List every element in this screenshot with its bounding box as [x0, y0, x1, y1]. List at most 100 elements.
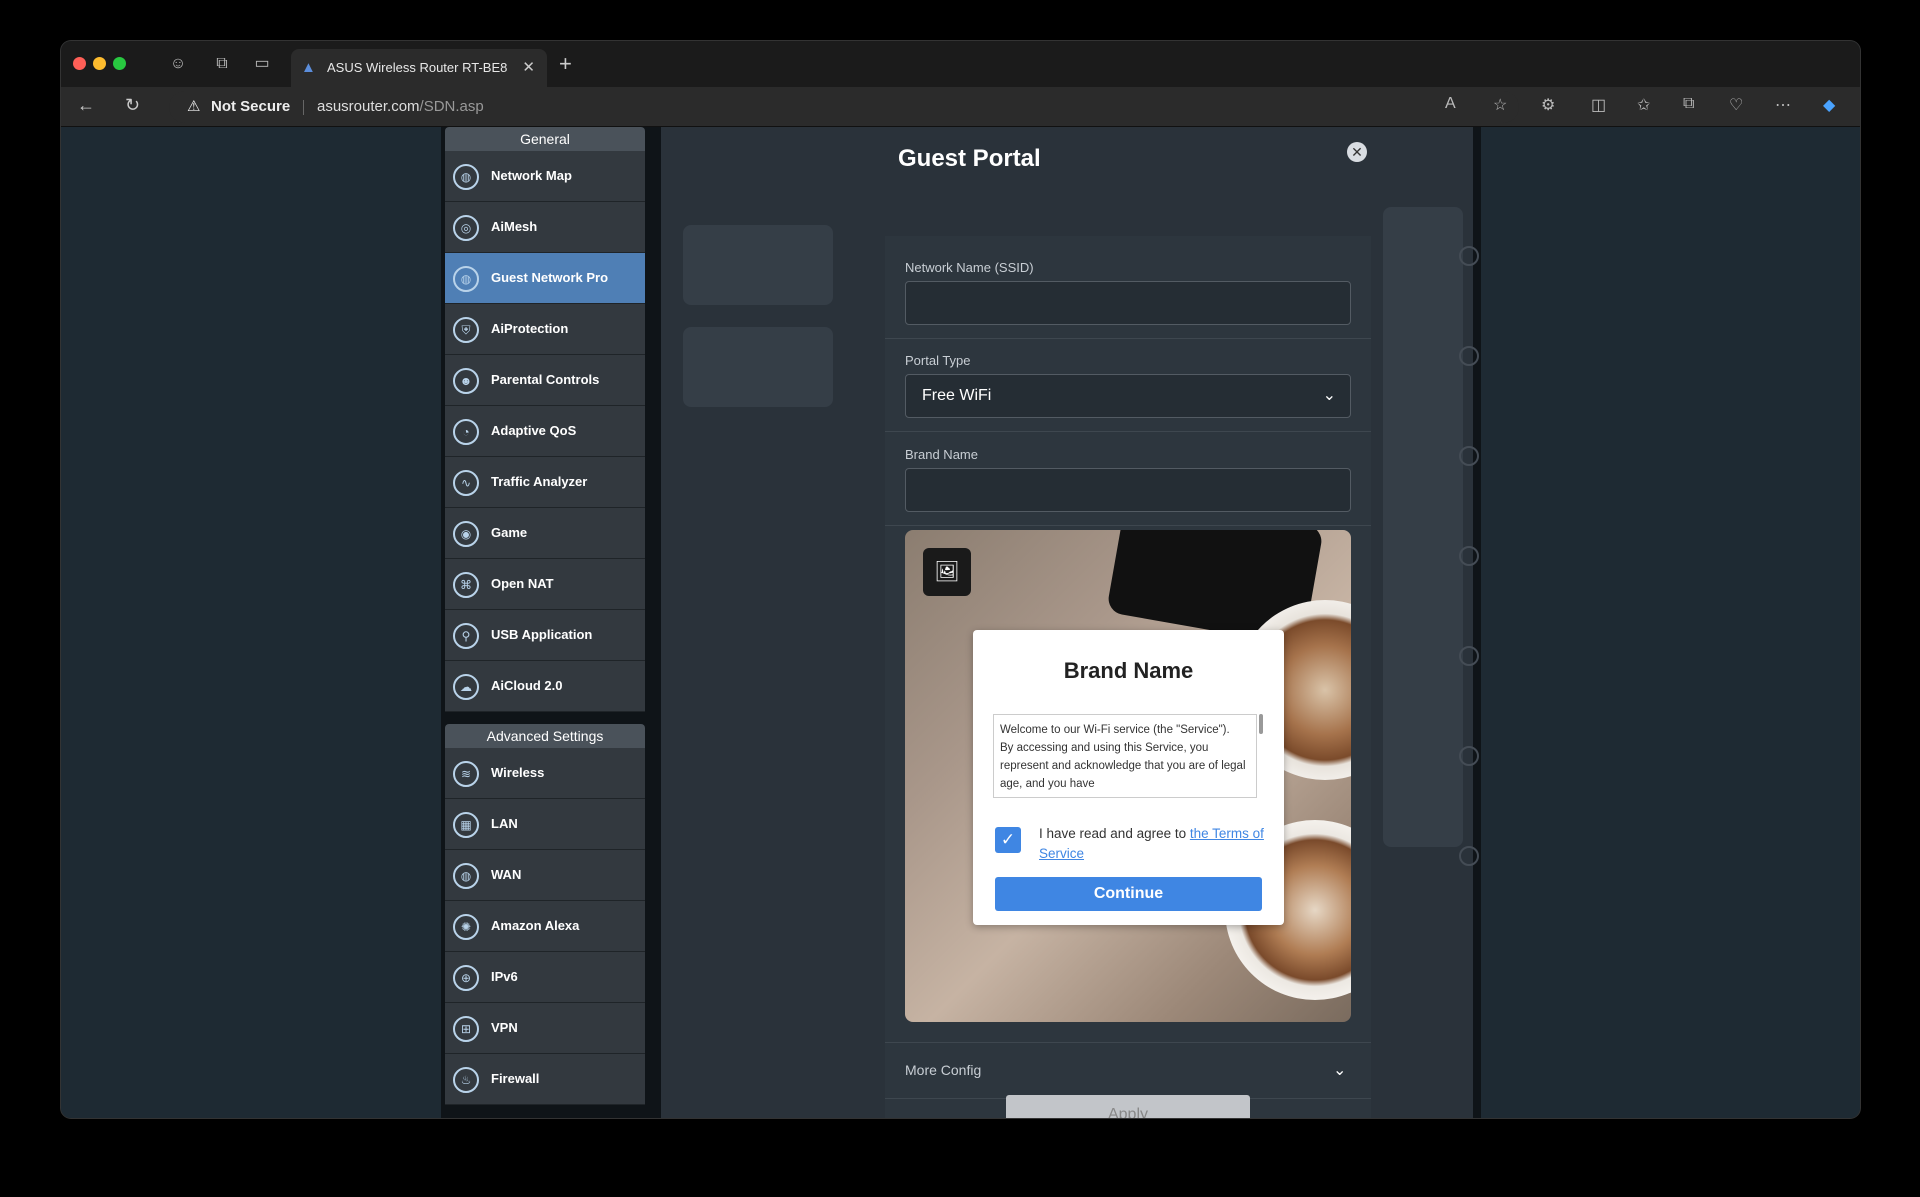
tab-asus-router[interactable]: ▲ ASUS Wireless Router RT-BE8 ✕ [291, 49, 547, 87]
shield-icon: ⛨ [453, 317, 479, 343]
wifi-icon: ≋ [453, 761, 479, 787]
preview-brand-title: Brand Name [1063, 658, 1194, 683]
ghost-toggle [1459, 546, 1479, 566]
sidebar-item-amazon-alexa[interactable]: ✺ Amazon Alexa [445, 901, 645, 952]
sidebar-item-traffic-analyzer[interactable]: ∿ Traffic Analyzer [445, 457, 645, 508]
sidebar-item-adaptive-qos[interactable]: ◔ Adaptive QoS [445, 406, 645, 457]
modal-close-button[interactable]: ✕ [1347, 142, 1367, 162]
sidebar-item-label: Firewall [491, 1071, 540, 1086]
general-section-title: General [445, 127, 645, 151]
url-text: asusrouter.com/SDN.asp [317, 98, 484, 115]
continue-button[interactable]: Continue [995, 877, 1262, 911]
portal-type-select[interactable]: Free WiFi ⌄ [905, 374, 1351, 418]
url-field[interactable]: ⚠ Not Secure asusrouter.com/SDN.asp [169, 91, 1519, 123]
tab-bar: ☺ ⧉ ▭ ▲ ASUS Wireless Router RT-BE8 ✕ + [61, 41, 1860, 87]
network-icon: ⌘ [453, 572, 479, 598]
sidebar-item-usb-application[interactable]: ⚲ USB Application [445, 610, 645, 661]
ssid-label: Network Name (SSID) [905, 260, 1034, 275]
back-icon[interactable]: ← [77, 95, 95, 116]
collections-icon[interactable]: ⧉ [1683, 95, 1694, 113]
extensions-icon[interactable]: ⚙ [1541, 95, 1555, 115]
sidebar-item-label: Amazon Alexa [491, 918, 580, 933]
sidebar-item-label: Guest Network Pro [491, 270, 609, 285]
ghost-card [683, 225, 833, 305]
sidebar-item-vpn[interactable]: ⊞ VPN [445, 1003, 645, 1054]
favorite-star-icon[interactable]: ☆ [1493, 95, 1507, 115]
alexa-icon: ✺ [453, 914, 479, 940]
advanced-menu: ≋ Wireless ▦ LAN ◍ WAN ✺ Amazon Alexa ⊕ IPv6 ⊞ VPN ♨… [445, 748, 645, 1105]
sidebar-item-label: Traffic Analyzer [491, 474, 588, 489]
reload-icon[interactable]: ↻ [125, 95, 140, 116]
chevron-down-icon: ⌄ [1322, 387, 1336, 404]
sidebar-item-label: AiProtection [491, 321, 569, 336]
sidebar-item-firewall[interactable]: ♨ Firewall [445, 1054, 645, 1105]
chevron-down-icon[interactable]: ⌄ [1333, 1060, 1346, 1080]
cloud-icon: ☁ [453, 674, 479, 700]
brand-name-input[interactable] [905, 468, 1351, 512]
terms-scrollbar[interactable] [1259, 714, 1263, 734]
gauge-icon: ◔ [453, 419, 479, 445]
sidebar-item-guest-network-pro[interactable]: ◍ Guest Network Pro [445, 253, 645, 304]
sidebar-item-lan[interactable]: ▦ LAN [445, 799, 645, 850]
sidebar-item-network-map[interactable]: ◍ Network Map [445, 151, 645, 202]
favorites-icon[interactable]: ✩ [1637, 95, 1650, 115]
sidebar-item-label: Open NAT [491, 576, 554, 591]
modal-title: Guest Portal [898, 145, 1041, 172]
new-tab-icon[interactable]: + [559, 51, 572, 77]
agree-label: I have read and agree to the Terms of Se… [1039, 826, 1264, 861]
lan-icon: ▦ [453, 812, 479, 838]
sidebar-item-aiprotection[interactable]: ⛨ AiProtection [445, 304, 645, 355]
gamepad-icon: ◉ [453, 521, 479, 547]
address-bar: ← ↻ ⚠ Not Secure asusrouter.com/SDN.asp … [61, 87, 1860, 127]
ssid-input[interactable] [905, 281, 1351, 325]
sidebar-item-label: VPN [491, 1020, 518, 1035]
mesh-icon: ◎ [453, 215, 479, 241]
sidebar-item-aimesh[interactable]: ◎ AiMesh [445, 202, 645, 253]
sidebar: General ◍ Network Map ◎ AiMesh ◍ Guest Networ… [445, 127, 645, 1118]
browser-essentials-icon[interactable]: ♡ [1729, 95, 1743, 115]
vpn-icon: ⊞ [453, 1016, 479, 1042]
maximize-window-button[interactable] [113, 57, 126, 70]
sidebar-item-wan[interactable]: ◍ WAN [445, 850, 645, 901]
sidebar-item-label: WAN [491, 867, 522, 882]
ghost-card [683, 327, 833, 407]
close-window-button[interactable] [73, 57, 86, 70]
copilot-icon[interactable]: ◆ [1823, 95, 1835, 115]
read-aloud-icon[interactable]: A [1445, 95, 1456, 113]
close-tab-icon[interactable]: ✕ [522, 49, 535, 87]
globe-icon: ◍ [453, 266, 479, 292]
more-menu-icon[interactable]: ⋯ [1775, 95, 1791, 115]
security-label[interactable]: Not Secure [211, 91, 290, 123]
agree-checkbox[interactable]: ✓ [995, 827, 1021, 853]
globe-icon: ◍ [453, 863, 479, 889]
general-menu: ◍ Network Map ◎ AiMesh ◍ Guest Network Pro ⛨ Ai… [445, 151, 645, 712]
apply-button[interactable]: Apply [1006, 1095, 1250, 1118]
sidebar-item-aicloud-2-0[interactable]: ☁ AiCloud 2.0 [445, 661, 645, 712]
sidebar-item-game[interactable]: ◉ Game [445, 508, 645, 559]
ghost-toggle [1459, 446, 1479, 466]
sidebar-item-label: USB Application [491, 627, 593, 642]
asus-logo-icon: ▲ [301, 59, 316, 76]
portal-card: Brand Name Welcome to our Wi-Fi service … [973, 630, 1284, 925]
split-screen-icon[interactable]: ◫ [1591, 95, 1606, 115]
usb-icon: ⚲ [453, 623, 479, 649]
sidebar-item-label: AiCloud 2.0 [491, 678, 563, 693]
more-config-toggle[interactable]: More Config [905, 1062, 981, 1078]
sidebar-item-label: LAN [491, 816, 518, 831]
warning-icon: ⚠ [187, 98, 201, 115]
sidebar-item-wireless[interactable]: ≋ Wireless [445, 748, 645, 799]
tab-actions-icon[interactable]: ▭ [251, 53, 273, 75]
workspaces-icon[interactable]: ⧉ [211, 53, 233, 75]
minimize-window-button[interactable] [93, 57, 106, 70]
sidebar-item-parental-controls[interactable]: ☻ Parental Controls [445, 355, 645, 406]
sidebar-item-label: Network Map [491, 168, 572, 183]
terms-text[interactable]: Welcome to our Wi-Fi service (the "Servi… [993, 714, 1257, 798]
fire-icon: ♨ [453, 1067, 479, 1093]
sidebar-item-label: Adaptive QoS [491, 423, 577, 438]
ghost-toggle [1459, 646, 1479, 666]
change-image-icon[interactable]: 🖼 [923, 548, 971, 596]
profile-icon[interactable]: ☺ [167, 53, 189, 75]
sidebar-item-open-nat[interactable]: ⌘ Open NAT [445, 559, 645, 610]
tab-title: ASUS Wireless Router RT-BE8 [327, 60, 508, 75]
sidebar-item-ipv6[interactable]: ⊕ IPv6 [445, 952, 645, 1003]
